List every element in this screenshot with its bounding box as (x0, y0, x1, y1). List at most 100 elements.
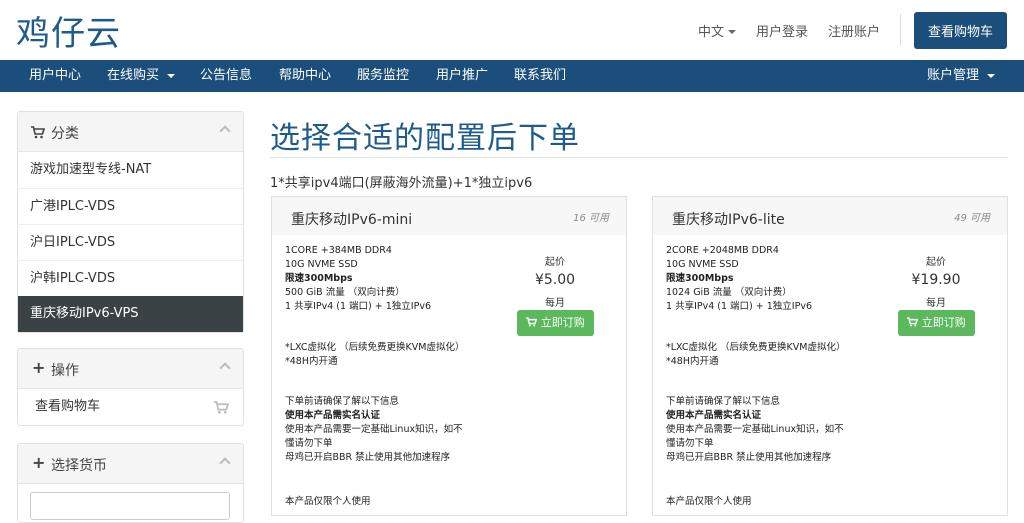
note-line: 使用本产品需要一定基础Linux知识，如不 (285, 424, 463, 435)
product-price-box: 起价 ¥5.00 每月 (515, 253, 595, 309)
spec-line: 限速300Mbps (285, 273, 353, 284)
product-name: 重庆移动IPv6-lite (672, 212, 785, 228)
note-line: 下单前请确保了解以下信息 (285, 396, 400, 407)
sidebar-item-sh-jp-iplc[interactable]: 沪日IPLC-VDS (18, 224, 243, 260)
currency-panel-title: 选择货币 (51, 458, 107, 474)
shopping-cart-icon (31, 126, 45, 139)
actions-panel: + 操作 查看购物车 (17, 348, 244, 426)
spec-line: 10G NVME SSD (285, 259, 358, 270)
register-link[interactable]: 注册账户 (828, 21, 880, 40)
sidebar-item-game-nat[interactable]: 游戏加速型专线-NAT (18, 152, 243, 188)
chevron-down-icon (987, 73, 996, 78)
main-navbar: 用户中心 在线购买 公告信息 帮助中心 服务监控 用户推广 联系我们 账户管理 (0, 60, 1024, 92)
product-notes: 下单前请确保了解以下信息 使用本产品需实名认证 使用本产品需要一定基础Linux… (666, 395, 844, 465)
plus-icon: + (32, 358, 46, 377)
product-availability: 49 可用 (954, 213, 990, 224)
shopping-cart-icon (907, 317, 919, 327)
spec-line: 1 共享IPv4 (1 端口) + 1独立IPv6 (666, 301, 812, 312)
spec-line: 限速300Mbps (666, 273, 734, 284)
nav-item-service-monitor[interactable]: 服务监控 (357, 60, 409, 92)
currency-select[interactable] (30, 492, 230, 520)
chevron-up-icon[interactable] (219, 125, 231, 137)
price-period: 每月 (545, 298, 565, 309)
personal-use-note: 本产品仅限个人使用 (285, 496, 371, 507)
currency-panel-header[interactable]: + 选择货币 (18, 444, 243, 484)
product-price: ¥19.90 (911, 272, 961, 288)
language-label: 中文 (697, 24, 724, 40)
category-panel: 分类 游戏加速型专线-NAT 广港IPLC-VDS 沪日IPLC-VDS 沪韩I… (17, 111, 244, 333)
plus-icon: + (32, 453, 46, 472)
actions-panel-header[interactable]: + 操作 (18, 349, 243, 389)
note-line: 下单前请确保了解以下信息 (666, 396, 781, 407)
product-virtualization: *LXC虚拟化 （后续免费更换KVM虚拟化） *48H内开通 (285, 341, 464, 369)
note-line: 懂请勿下单 (285, 438, 333, 449)
language-selector[interactable]: 中文 (698, 21, 736, 40)
product-card: 重庆移动IPv6-mini 16 可用 1CORE +384MB DDR4 10… (271, 196, 627, 516)
virt-line: *LXC虚拟化 （后续免费更换KVM虚拟化） (666, 342, 846, 353)
chevron-down-icon (727, 30, 736, 34)
chevron-up-icon[interactable] (219, 457, 231, 469)
virt-line: *48H内开通 (666, 356, 719, 367)
note-line: 使用本产品需要一定基础Linux知识，如不 (666, 424, 844, 435)
product-card: 重庆移动IPv6-lite 49 可用 2CORE +2048MB DDR4 1… (652, 196, 1008, 516)
price-from-label: 起价 (545, 257, 565, 268)
sidebar-item-sh-kr-iplc[interactable]: 沪韩IPLC-VDS (18, 260, 243, 296)
nav-item-label: 在线购买 (107, 68, 160, 83)
category-panel-header[interactable]: 分类 (18, 112, 243, 152)
chevron-down-icon (167, 73, 176, 78)
login-link[interactable]: 用户登录 (756, 21, 808, 40)
spec-line: 2CORE +2048MB DDR4 (666, 245, 779, 256)
product-notes: 下单前请确保了解以下信息 使用本产品需实名认证 使用本产品需要一定基础Linux… (285, 395, 463, 465)
spec-line: 1024 GiB 流量 （双向计费） (666, 287, 792, 298)
actions-panel-title: 操作 (51, 363, 79, 379)
sidebar-item-label: 查看购物车 (35, 399, 101, 414)
note-line: 懂请勿下单 (666, 438, 714, 449)
note-line: 母鸡已开启BBR 禁止使用其他加速程序 (285, 452, 451, 463)
order-now-button[interactable]: 立即订购 (517, 310, 594, 336)
category-panel-title: 分类 (51, 126, 79, 142)
note-line: 使用本产品需实名认证 (285, 410, 381, 421)
product-availability: 16 可用 (573, 213, 609, 224)
product-specs: 1CORE +384MB DDR4 10G NVME SSD 限速300Mbps… (285, 244, 431, 314)
nav-item-affiliate[interactable]: 用户推广 (436, 60, 488, 92)
order-now-label: 立即订购 (921, 316, 966, 329)
product-card-header: 重庆移动IPv6-lite 49 可用 (653, 197, 1007, 235)
virt-line: *LXC虚拟化 （后续免费更换KVM虚拟化） (285, 342, 465, 353)
price-period: 每月 (926, 298, 946, 309)
personal-use-note: 本产品仅限个人使用 (666, 496, 752, 507)
spec-line: 500 GiB 流量 （双向计费） (285, 287, 405, 298)
order-now-label: 立即订购 (540, 316, 585, 329)
nav-item-account[interactable]: 账户管理 (927, 60, 996, 92)
nav-item-user-center[interactable]: 用户中心 (29, 60, 81, 92)
nav-item-buy-online[interactable]: 在线购买 (107, 60, 176, 92)
product-name: 重庆移动IPv6-mini (291, 212, 413, 228)
note-line: 使用本产品需实名认证 (666, 410, 762, 421)
page-description: 1*共享ipv4端口(屏蔽海外流量)+1*独立ipv6 (270, 176, 533, 191)
nav-item-label: 账户管理 (927, 68, 980, 83)
chevron-up-icon[interactable] (219, 362, 231, 374)
divider (270, 157, 1008, 158)
product-card-header: 重庆移动IPv6-mini 16 可用 (272, 197, 626, 235)
spec-line: 1CORE +384MB DDR4 (285, 245, 392, 256)
product-price: ¥5.00 (534, 272, 576, 288)
order-now-button[interactable]: 立即订购 (898, 310, 975, 336)
top-links: 中文 用户登录 注册账户 查看购物车 (698, 0, 1024, 60)
shopping-cart-icon (526, 317, 538, 327)
site-logo[interactable]: 鸡仔云 (16, 6, 121, 55)
currency-panel: + 选择货币 (17, 443, 244, 523)
shopping-cart-icon (214, 401, 229, 414)
product-price-box: 起价 ¥19.90 每月 (896, 253, 976, 309)
sidebar-item-cq-ipv6-vps[interactable]: 重庆移动IPv6-VPS (18, 296, 243, 332)
divider (899, 14, 901, 46)
product-specs: 2CORE +2048MB DDR4 10G NVME SSD 限速300Mbp… (666, 244, 812, 314)
sidebar-item-view-cart[interactable]: 查看购物车 (18, 389, 243, 425)
nav-item-announcements[interactable]: 公告信息 (200, 60, 252, 92)
sidebar-item-gz-hk-iplc[interactable]: 广港IPLC-VDS (18, 188, 243, 224)
note-line: 母鸡已开启BBR 禁止使用其他加速程序 (666, 452, 832, 463)
nav-item-help-center[interactable]: 帮助中心 (279, 60, 331, 92)
price-from-label: 起价 (926, 257, 946, 268)
view-cart-button[interactable]: 查看购物车 (913, 11, 1007, 49)
nav-item-contact[interactable]: 联系我们 (514, 60, 566, 92)
top-header: 鸡仔云 中文 用户登录 注册账户 查看购物车 (0, 0, 1024, 60)
virt-line: *48H内开通 (285, 356, 338, 367)
